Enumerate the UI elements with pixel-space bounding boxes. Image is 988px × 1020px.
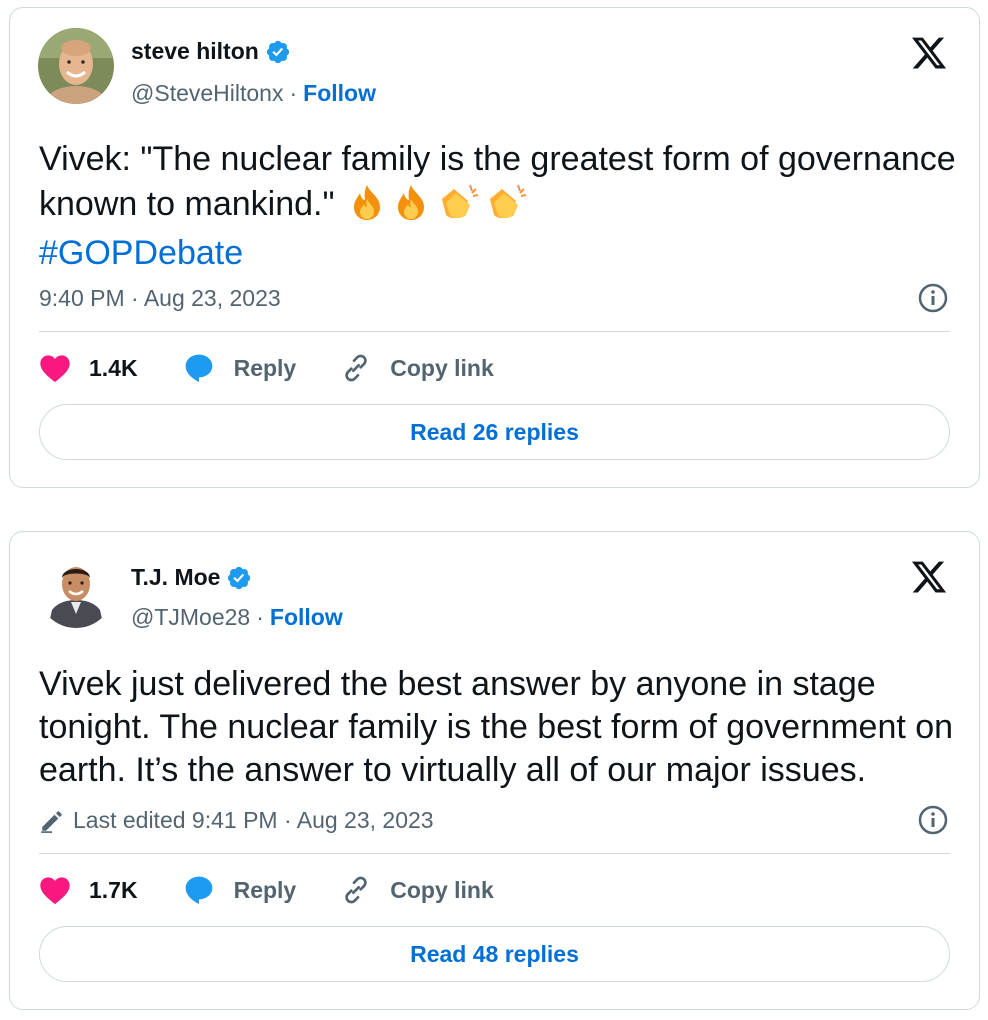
like-count: 1.7K <box>89 876 138 903</box>
fire-icon <box>346 183 388 232</box>
speech-bubble-icon <box>185 354 212 382</box>
info-icon[interactable] <box>917 804 949 836</box>
copy-link-label: Copy link <box>390 354 494 381</box>
timestamp[interactable]: Last edited 9:41 PM · Aug 23, 2023 <box>73 807 434 834</box>
hashtag-link[interactable]: #GOPDebate <box>39 234 243 272</box>
action-bar: 1.7K Reply Copy link <box>39 874 538 906</box>
clapping-hands-icon <box>434 181 480 232</box>
info-icon[interactable] <box>917 282 949 314</box>
author-name[interactable]: steve hilton <box>131 38 259 65</box>
verified-badge-icon <box>226 565 252 591</box>
follow-button[interactable]: Follow <box>270 604 343 631</box>
speech-bubble-icon <box>185 876 212 904</box>
like-button[interactable]: 1.7K <box>39 875 138 905</box>
action-bar: 1.4K Reply Copy link <box>39 352 538 384</box>
heart-icon <box>40 355 70 383</box>
clapping-hands-icon <box>482 181 528 232</box>
read-replies-button[interactable]: Read 48 replies <box>39 926 950 982</box>
link-icon <box>345 354 367 382</box>
tweet-text: Vivek: "The nuclear family is the greate… <box>39 138 959 275</box>
x-logo-icon[interactable] <box>909 34 949 72</box>
tweet-card: steve hilton @SteveHiltonx · Follow Vive… <box>9 7 980 488</box>
author-name[interactable]: T.J. Moe <box>131 564 220 591</box>
like-button[interactable]: 1.4K <box>39 353 138 383</box>
tweet-card: T.J. Moe @TJMoe28 · Follow Vivek just de… <box>9 531 980 1010</box>
pencil-icon <box>41 810 62 833</box>
divider <box>39 853 950 854</box>
separator-dot: · <box>256 604 264 630</box>
timestamp-row: 9:40 PM · Aug 23, 2023 <box>39 285 281 312</box>
x-logo-icon[interactable] <box>909 558 949 596</box>
avatar[interactable] <box>38 28 114 104</box>
avatar[interactable] <box>38 552 114 628</box>
author-name-row: steve hilton <box>131 38 291 65</box>
read-replies-button[interactable]: Read 26 replies <box>39 404 950 460</box>
follow-button[interactable]: Follow <box>303 80 376 107</box>
verified-badge-icon <box>265 39 291 65</box>
tweet-body: Vivek just delivered the best answer by … <box>39 665 954 789</box>
author-name-row: T.J. Moe <box>131 564 252 591</box>
reply-button[interactable]: Reply <box>182 352 297 384</box>
copy-link-label: Copy link <box>390 876 494 903</box>
like-count: 1.4K <box>89 354 138 381</box>
reply-label: Reply <box>233 876 297 903</box>
author-handle-row: @TJMoe28 · Follow <box>131 604 343 631</box>
tweet-text: Vivek just delivered the best answer by … <box>39 663 959 792</box>
link-icon <box>345 876 367 904</box>
timestamp[interactable]: 9:40 PM · Aug 23, 2023 <box>39 285 281 312</box>
author-handle[interactable]: @SteveHiltonx <box>131 80 283 107</box>
author-handle[interactable]: @TJMoe28 <box>131 604 250 631</box>
reply-button[interactable]: Reply <box>182 874 297 906</box>
author-handle-row: @SteveHiltonx · Follow <box>131 80 376 107</box>
divider <box>39 331 950 332</box>
timestamp-row: Last edited 9:41 PM · Aug 23, 2023 <box>39 807 434 834</box>
reply-label: Reply <box>233 354 297 381</box>
fire-icon <box>390 183 432 232</box>
separator-dot: · <box>289 80 298 106</box>
copy-link-button[interactable]: Copy link <box>340 874 494 906</box>
heart-icon <box>40 877 70 905</box>
copy-link-button[interactable]: Copy link <box>340 352 494 384</box>
